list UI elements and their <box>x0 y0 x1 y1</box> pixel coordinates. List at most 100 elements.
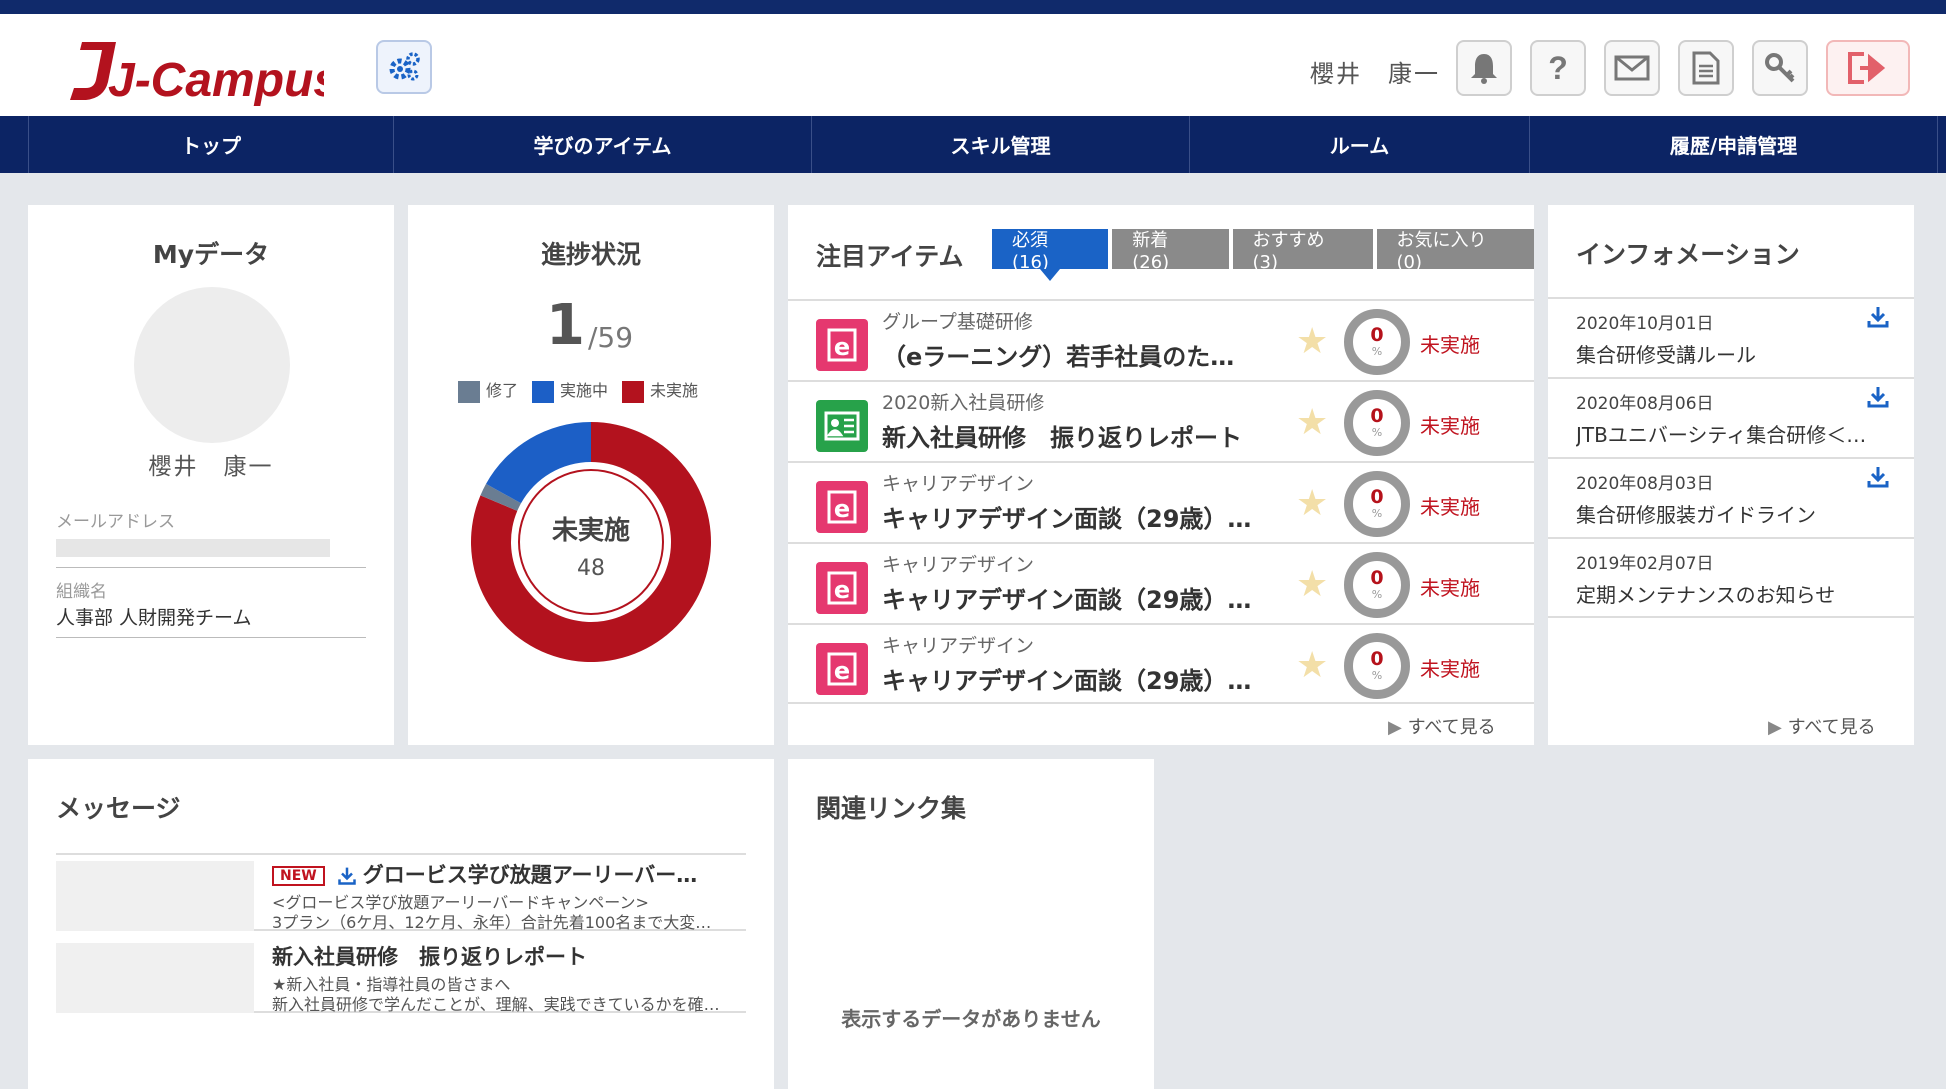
featured-item-row[interactable]: e キャリアデザイン キャリアデザイン面談（29歳）… ★ 0% 未実施 <box>788 542 1534 623</box>
progress-completed-count: 1 <box>546 293 585 358</box>
mydata-title: Myデータ <box>152 240 270 269</box>
item-name[interactable]: （eラーニング）若手社員のた… <box>882 337 1282 372</box>
favorite-star-icon[interactable]: ★ <box>1296 564 1328 605</box>
legend-not-started: 未実施 <box>622 377 698 403</box>
messages-card: メッセージ NEW グロービス学び放題アーリーバー… <グロービス学び放題アーリー… <box>28 759 774 1089</box>
info-item-title[interactable]: 集合研修受講ルール <box>1576 339 1876 368</box>
featured-item-row[interactable]: e グループ基礎研修 （eラーニング）若手社員のた… ★ 0% 未実施 <box>788 299 1534 380</box>
download-icon[interactable] <box>1866 465 1890 489</box>
message-line: 3プラン（6ケ月、12ケ月、永年）合計先着100名まで大変… <box>272 913 712 932</box>
logout-button[interactable] <box>1826 40 1910 96</box>
info-see-all-link[interactable]: ▶ すべて見る <box>1768 713 1876 739</box>
legend-in-progress: 実施中 <box>532 377 608 403</box>
item-name[interactable]: 新入社員研修 振り返りレポート <box>882 418 1282 453</box>
featured-item-row[interactable]: e キャリアデザイン キャリアデザイン面談（29歳）… ★ 0% 未実施 <box>788 623 1534 704</box>
message-title[interactable]: 新入社員研修 振り返りレポート <box>272 941 744 971</box>
favorite-star-icon[interactable]: ★ <box>1296 483 1328 524</box>
info-date: 2019年02月07日 <box>1576 554 1714 574</box>
info-date: 2020年08月03日 <box>1576 474 1714 494</box>
item-status: 未実施 <box>1420 576 1480 600</box>
featured-item-row[interactable]: 2020新入社員研修 新入社員研修 振り返りレポート ★ 0% 未実施 <box>788 380 1534 461</box>
progress-ring: 0% <box>1344 471 1410 537</box>
elearning-icon: e <box>816 643 868 695</box>
message-title[interactable]: NEW グロービス学び放題アーリーバー… <box>272 859 744 889</box>
progress-legend: 修了 実施中 未実施 <box>458 377 698 403</box>
gears-icon <box>389 52 420 81</box>
svg-text:e: e <box>834 333 850 361</box>
help-button[interactable]: ? <box>1530 40 1586 96</box>
org-label: 組織名 <box>56 582 107 602</box>
item-category: キャリアデザイン <box>882 635 1035 657</box>
info-title: インフォメーション <box>1576 240 1800 269</box>
progress-ring: 0% <box>1344 390 1410 456</box>
nav-item-room[interactable]: ルーム <box>1190 116 1530 173</box>
favorite-star-icon[interactable]: ★ <box>1296 402 1328 443</box>
item-category: キャリアデザイン <box>882 473 1035 495</box>
settings-button[interactable] <box>376 40 432 94</box>
donut-center-value: 48 <box>577 556 605 581</box>
favorite-star-icon[interactable]: ★ <box>1296 645 1328 686</box>
email-label: メールアドレス <box>56 512 175 532</box>
info-item-title[interactable]: 集合研修服装ガイドライン <box>1576 499 1876 528</box>
report-icon <box>816 400 868 452</box>
download-icon <box>337 867 356 885</box>
divider <box>56 567 366 568</box>
item-name[interactable]: キャリアデザイン面談（29歳）… <box>882 661 1282 696</box>
mail-button[interactable] <box>1604 40 1660 96</box>
legend-completed: 修了 <box>458 377 518 403</box>
tab-required[interactable]: 必須 (16) <box>992 229 1109 281</box>
download-icon[interactable] <box>1866 305 1890 329</box>
top-stripe <box>0 0 1946 14</box>
nav-item-skill-management[interactable]: スキル管理 <box>812 116 1190 173</box>
messages-title: メッセージ <box>56 794 181 823</box>
message-line: 新入社員研修で学んだことが、理解、実践できているかを確… <box>272 995 720 1014</box>
item-category: 2020新入社員研修 <box>882 392 1045 414</box>
information-card: インフォメーション 2020年10月01日 集合研修受講ルール 2020年08月… <box>1548 205 1914 745</box>
info-item-title[interactable]: JTBユニバーシティ集合研修＜… <box>1576 419 1876 448</box>
item-name[interactable]: キャリアデザイン面談（29歳）… <box>882 499 1282 534</box>
progress-ring: 0% <box>1344 309 1410 375</box>
progress-card: 進捗状況 1 /59 修了 実施中 未実施 未実施 48 <box>408 205 774 745</box>
mydata-card: Myデータ 櫻井 康一 メールアドレス 組織名 人事部 人財開発チーム <box>28 205 394 745</box>
message-item[interactable]: 新入社員研修 振り返りレポート ★新入社員・指導社員の皆さまへ 新入社員研修で学… <box>56 937 746 1014</box>
nav-item-history[interactable]: 履歴/申請管理 <box>1530 116 1938 173</box>
help-icon: ? <box>1548 49 1568 86</box>
svg-text:e: e <box>834 495 850 523</box>
svg-text:e: e <box>834 657 850 685</box>
j-campus-logo[interactable]: J-Campus <box>64 36 324 106</box>
progress-donut-chart: 未実施 48 <box>471 422 711 662</box>
links-title: 関連リンク集 <box>816 794 967 823</box>
message-item[interactable]: NEW グロービス学び放題アーリーバー… <グロービス学び放題アーリーバードキャン… <box>56 855 746 932</box>
item-category: キャリアデザイン <box>882 554 1035 576</box>
info-item[interactable]: 2020年10月01日 集合研修受講ルール <box>1548 297 1914 378</box>
item-name[interactable]: キャリアデザイン面談（29歳）… <box>882 580 1282 615</box>
featured-see-all-link[interactable]: ▶ すべて見る <box>1388 713 1496 739</box>
tab-new[interactable]: 新着 (26) <box>1112 229 1229 273</box>
bell-icon <box>1471 54 1497 84</box>
document-button[interactable] <box>1678 40 1734 96</box>
header-user-name: 櫻井 康一 <box>1310 60 1440 88</box>
info-item[interactable]: 2020年08月03日 集合研修服装ガイドライン <box>1548 457 1914 538</box>
item-status: 未実施 <box>1420 495 1480 519</box>
tab-recommended[interactable]: おすすめ (3) <box>1232 229 1373 273</box>
nav-item-learning-items[interactable]: 学びのアイテム <box>394 116 812 173</box>
download-icon[interactable] <box>1866 385 1890 409</box>
info-item[interactable]: 2019年02月07日 定期メンテナンスのお知らせ <box>1548 537 1914 618</box>
tab-favorites[interactable]: お気に入り (0) <box>1376 229 1535 273</box>
donut-center-label: 未実施 <box>552 515 630 546</box>
org-value: 人事部 人財開発チーム <box>56 607 252 629</box>
item-status: 未実施 <box>1420 414 1480 438</box>
info-date: 2020年10月01日 <box>1576 314 1714 334</box>
key-button[interactable] <box>1752 40 1808 96</box>
email-value-masked <box>56 539 330 557</box>
featured-item-row[interactable]: e キャリアデザイン キャリアデザイン面談（29歳）… ★ 0% 未実施 <box>788 461 1534 542</box>
elearning-icon: e <box>816 481 868 533</box>
message-thumbnail <box>56 943 254 1013</box>
document-icon <box>1692 51 1720 85</box>
nav-item-top[interactable]: トップ <box>28 116 394 173</box>
favorite-star-icon[interactable]: ★ <box>1296 321 1328 362</box>
new-badge: NEW <box>272 866 325 886</box>
notification-button[interactable] <box>1456 40 1512 96</box>
info-item-title[interactable]: 定期メンテナンスのお知らせ <box>1576 579 1876 608</box>
info-item[interactable]: 2020年08月06日 JTBユニバーシティ集合研修＜… <box>1548 377 1914 458</box>
